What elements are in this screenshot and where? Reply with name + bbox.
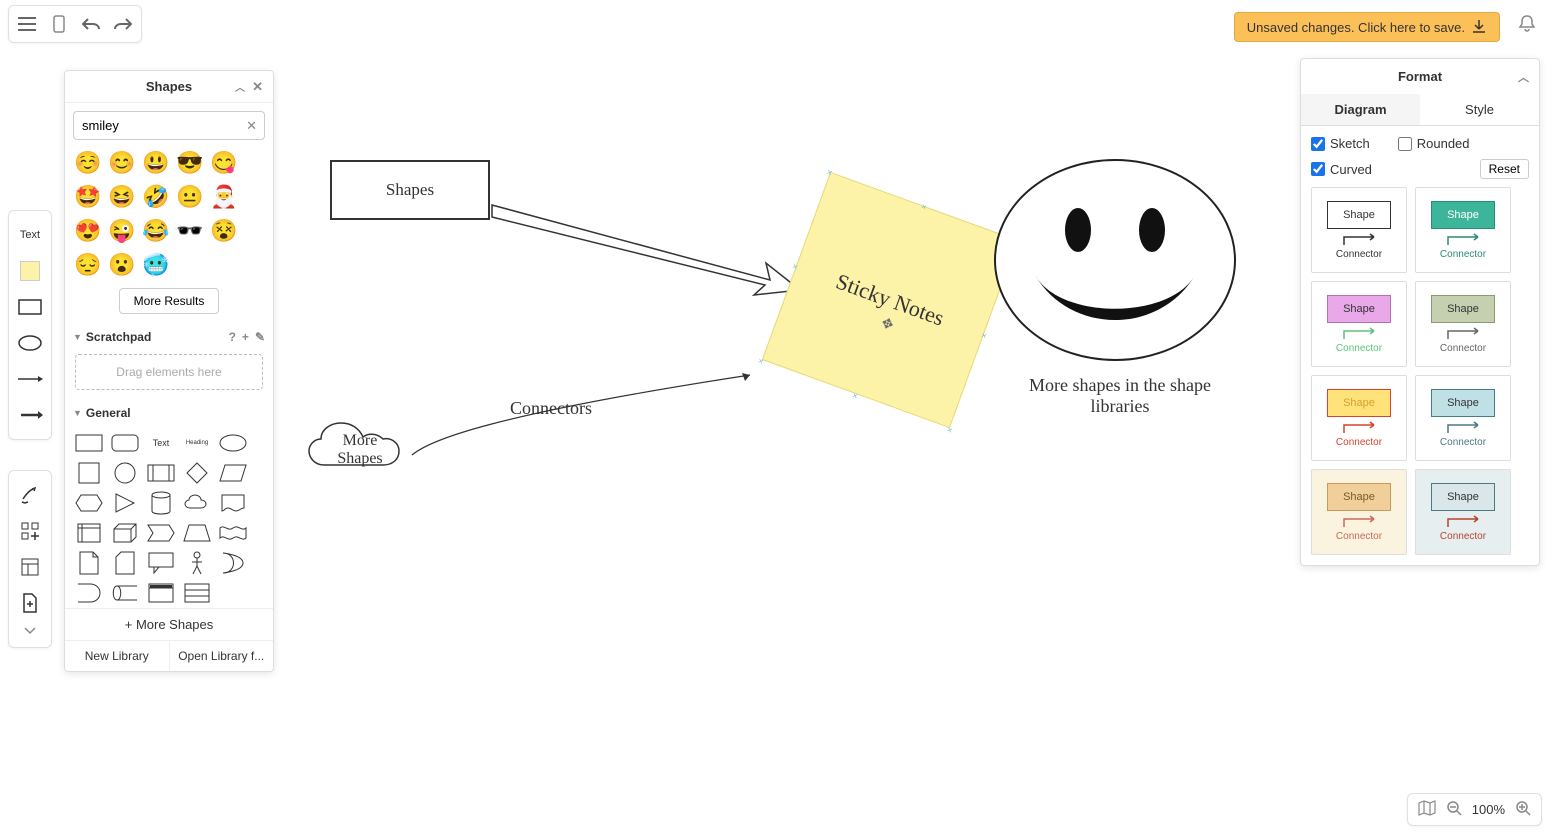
resize-handle[interactable]: ×	[920, 201, 929, 210]
resize-handle[interactable]: ×	[791, 261, 800, 270]
canvas-shapes-box[interactable]: Shapes	[330, 160, 490, 220]
style-preset[interactable]: Shape Connector	[1415, 375, 1511, 461]
resize-handle[interactable]: ×	[757, 356, 766, 365]
curved-checkbox[interactable]	[1311, 162, 1325, 176]
resize-handle[interactable]: ×	[851, 390, 860, 399]
format-header: Format ︿	[1301, 59, 1539, 94]
style-presets-grid: Shape Connector Shape Connector Shape Co…	[1311, 187, 1529, 555]
outline-map-icon[interactable]	[1418, 800, 1436, 819]
style-preset[interactable]: Shape Connector	[1311, 375, 1407, 461]
connectors-label: Connectors	[510, 398, 592, 419]
style-preset[interactable]: Shape Connector	[1311, 187, 1407, 273]
reset-button[interactable]: Reset	[1480, 159, 1529, 179]
sketch-checkbox-label[interactable]: Sketch	[1311, 136, 1370, 151]
smiley-shape[interactable]	[990, 155, 1240, 375]
zoom-level[interactable]: 100%	[1472, 802, 1505, 817]
cloud-text: MoreShapes	[320, 432, 400, 468]
rounded-checkbox-label[interactable]: Rounded	[1398, 136, 1470, 151]
smiley-caption: More shapes in the shape libraries	[1020, 375, 1220, 417]
tab-style[interactable]: Style	[1420, 94, 1539, 125]
rounded-checkbox[interactable]	[1398, 137, 1412, 151]
style-preset[interactable]: Shape Connector	[1311, 469, 1407, 555]
format-body: Sketch Rounded Curved Reset Shape Connec…	[1301, 126, 1539, 565]
format-panel: Format ︿ Diagram Style Sketch Rounded Cu…	[1300, 58, 1540, 566]
tab-diagram[interactable]: Diagram	[1301, 94, 1420, 125]
curved-checkbox-label[interactable]: Curved	[1311, 162, 1372, 177]
sketch-checkbox[interactable]	[1311, 137, 1325, 151]
format-title: Format	[1398, 69, 1442, 84]
zoom-bar: 100%	[1407, 793, 1542, 826]
style-preset[interactable]: Shape Connector	[1311, 281, 1407, 367]
style-preset[interactable]: Shape Connector	[1415, 469, 1511, 555]
move-icon: ✥	[879, 315, 896, 335]
big-arrow-connector[interactable]	[490, 195, 810, 315]
zoom-in-icon[interactable]	[1515, 800, 1531, 819]
zoom-out-icon[interactable]	[1446, 800, 1462, 819]
style-preset[interactable]: Shape Connector	[1415, 187, 1511, 273]
collapse-icon[interactable]: ︿	[1518, 69, 1529, 85]
resize-handle[interactable]: ×	[980, 330, 989, 339]
resize-handle[interactable]: ×	[825, 167, 834, 176]
style-preset[interactable]: Shape Connector	[1415, 281, 1511, 367]
format-tabs: Diagram Style	[1301, 94, 1539, 126]
resize-handle[interactable]: ×	[946, 424, 955, 433]
